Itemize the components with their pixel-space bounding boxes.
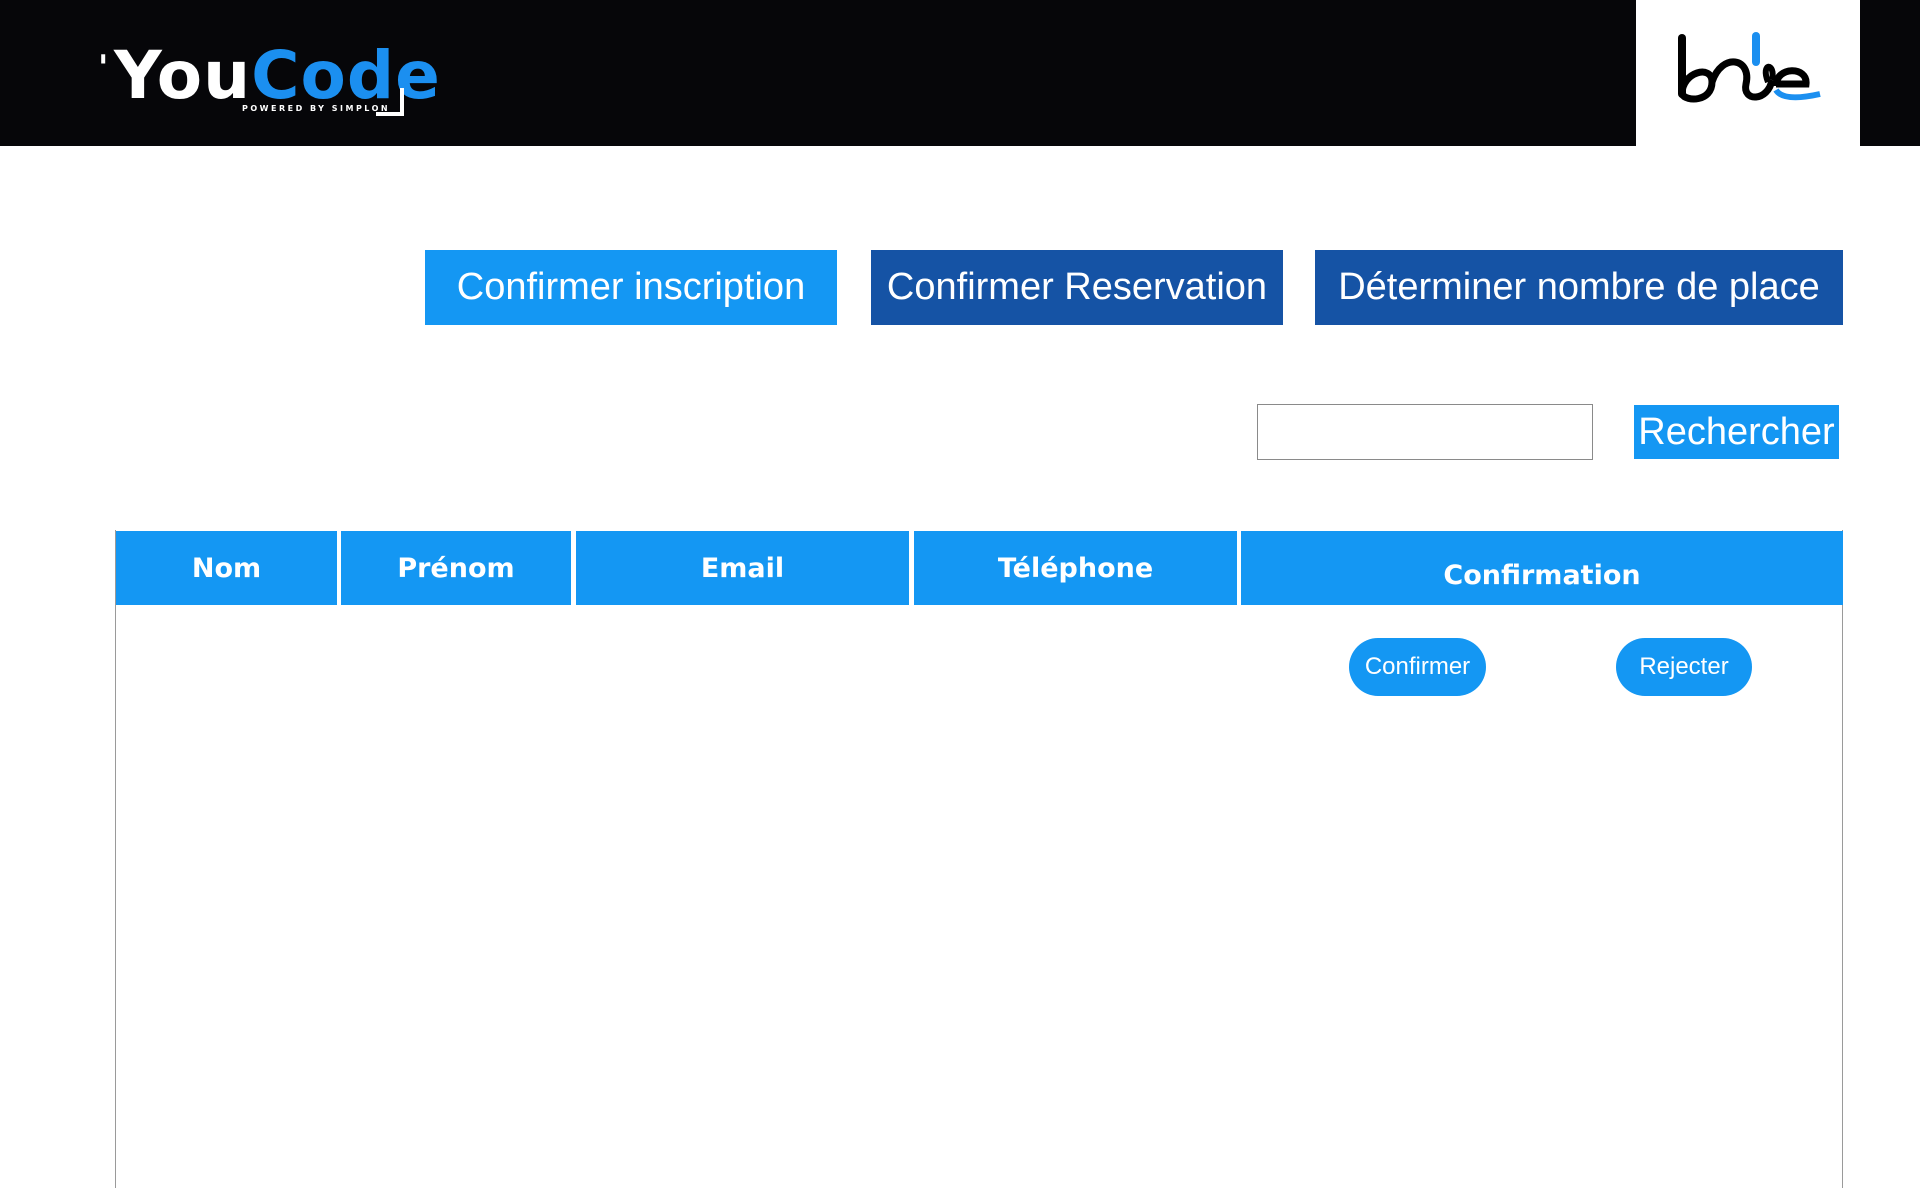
logo-you: You bbox=[114, 37, 252, 114]
column-header-confirmation: Confirmation bbox=[1241, 531, 1843, 605]
youcode-logo[interactable]: ' YouCode POWERED BY SIMPLON bbox=[98, 37, 440, 118]
header-bar: ' YouCode POWERED BY SIMPLON bbox=[0, 0, 1920, 146]
page: ' YouCode POWERED BY SIMPLON Confirmer i… bbox=[0, 0, 1920, 1188]
bde-logo-box[interactable] bbox=[1636, 0, 1860, 146]
reject-button[interactable]: Rejecter bbox=[1616, 638, 1752, 696]
search-input[interactable] bbox=[1257, 404, 1593, 460]
tab-confirmer-inscription[interactable]: Confirmer inscription bbox=[425, 250, 837, 325]
column-header-telephone: Téléphone bbox=[914, 531, 1237, 605]
confirm-button[interactable]: Confirmer bbox=[1349, 638, 1486, 696]
bde-logo-icon bbox=[1678, 32, 1821, 103]
logo-tagline: POWERED BY SIMPLON bbox=[242, 104, 391, 113]
column-header-email: Email bbox=[576, 531, 909, 605]
column-header-nom: Nom bbox=[116, 531, 337, 605]
search-button[interactable]: Rechercher bbox=[1634, 405, 1839, 459]
column-header-prenom: Prénom bbox=[341, 531, 571, 605]
tab-determiner-nombre-place[interactable]: Déterminer nombre de place bbox=[1315, 250, 1843, 325]
tab-confirmer-reservation[interactable]: Confirmer Reservation bbox=[871, 250, 1283, 325]
table-frame bbox=[115, 530, 1843, 1188]
logo-code: Code bbox=[251, 37, 441, 114]
logo-bracket-icon bbox=[376, 88, 404, 116]
logo-apostrophe: ' bbox=[98, 48, 109, 88]
